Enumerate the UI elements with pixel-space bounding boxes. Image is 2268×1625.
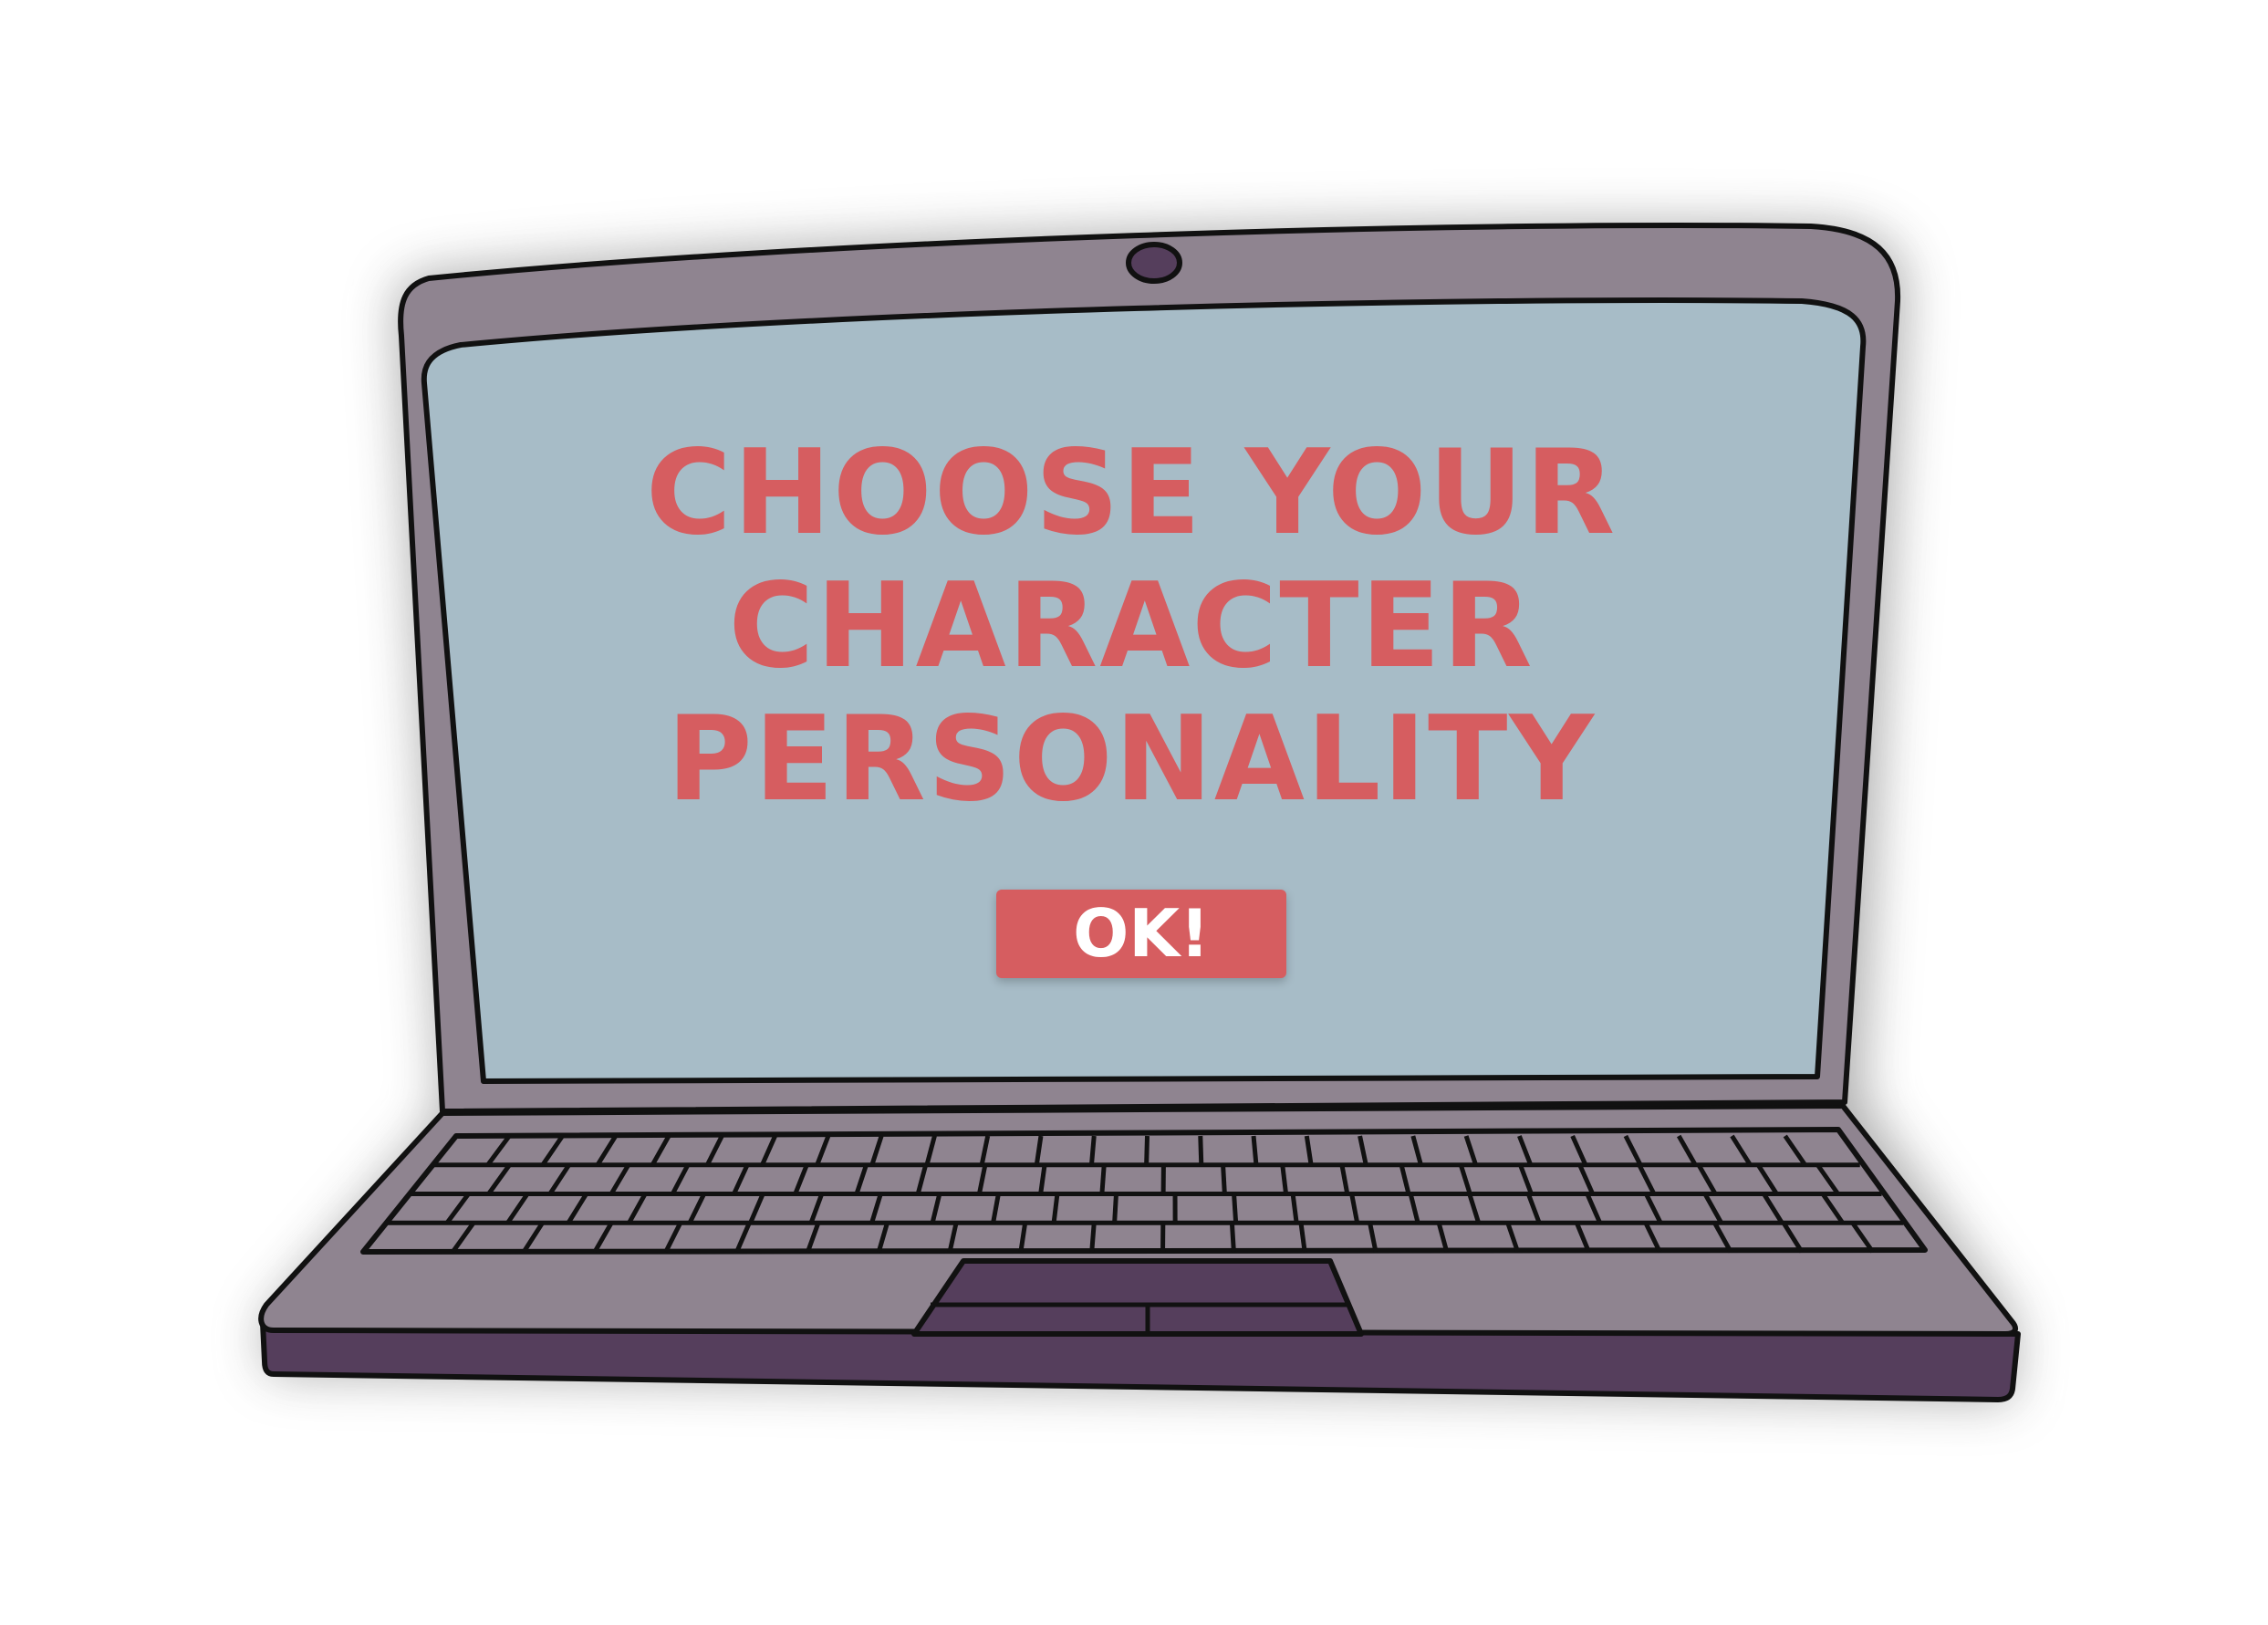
headline-line-2: CHARACTER (728, 558, 1535, 694)
laptop-illustration: CHOOSE YOUR CHARACTER PERSONALITY OK! (0, 0, 2268, 1625)
keyboard-key-separator (1198, 1135, 1204, 1165)
keyboard-key-separator (1251, 1135, 1259, 1165)
keyboard-key-separator (1144, 1135, 1150, 1165)
headline-line-1: CHOOSE YOUR (645, 425, 1618, 561)
keyboard-key-separator (1099, 1164, 1107, 1194)
keyboard-key-separator (1089, 1223, 1097, 1253)
touchpad (911, 1258, 1364, 1337)
ok-button[interactable]: OK! (996, 890, 1286, 978)
keyboard-key-separator (1221, 1164, 1227, 1194)
keyboard (360, 1127, 1928, 1255)
keyboard-key-separator (1232, 1193, 1239, 1224)
headline-line-3: PERSONALITY (666, 692, 1597, 828)
keyboard-key-separator (1088, 1135, 1097, 1165)
keyboard-key-separator (1229, 1223, 1236, 1253)
webcam-icon (1126, 242, 1182, 284)
dialog-headline: CHOOSE YOUR CHARACTER PERSONALITY (511, 427, 1752, 827)
keyboard-key-separator (1112, 1193, 1118, 1224)
